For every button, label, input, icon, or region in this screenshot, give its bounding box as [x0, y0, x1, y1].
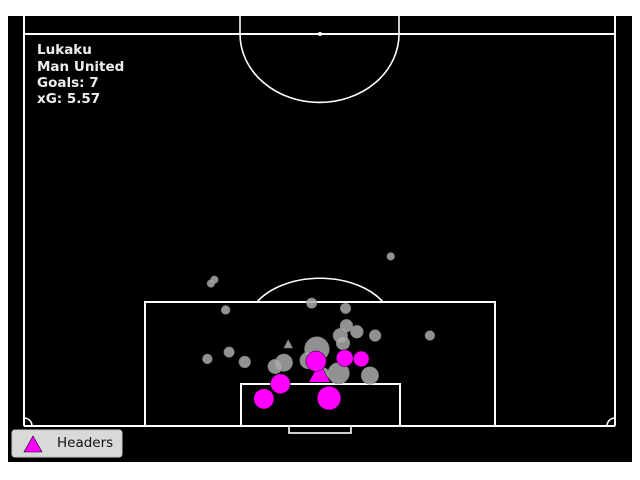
legend: Headers	[11, 429, 123, 458]
goals-count: Goals: 7	[37, 75, 99, 91]
goal-marker	[253, 388, 275, 410]
shot-marker	[368, 329, 382, 342]
shot-marker	[223, 346, 235, 358]
shot-marker	[202, 353, 213, 365]
goal-marker	[336, 349, 354, 367]
shot-marker	[340, 302, 352, 314]
shot-marker	[350, 325, 364, 339]
xg-total: xG: 5.57	[37, 91, 100, 107]
player-name: Lukaku	[37, 42, 92, 58]
shot-marker	[238, 355, 251, 369]
shot-marker	[220, 305, 231, 315]
shot-map-chart: Lukaku Man United Goals: 7 xG: 5.57 Head…	[0, 0, 640, 480]
shot-marker	[360, 366, 379, 385]
shot-marker	[267, 358, 283, 375]
legend-label: Headers	[57, 435, 113, 451]
shot-marker	[424, 330, 436, 341]
team-name: Man United	[37, 59, 124, 75]
shot-marker	[306, 297, 318, 309]
center-spot	[318, 32, 322, 36]
shot-marker	[206, 279, 216, 288]
goal-marker	[316, 385, 342, 411]
shot-marker	[386, 252, 395, 261]
goal-marker	[305, 350, 327, 372]
goal-marker	[353, 350, 370, 368]
shot-marker	[335, 335, 351, 351]
goal-marker	[270, 373, 291, 394]
